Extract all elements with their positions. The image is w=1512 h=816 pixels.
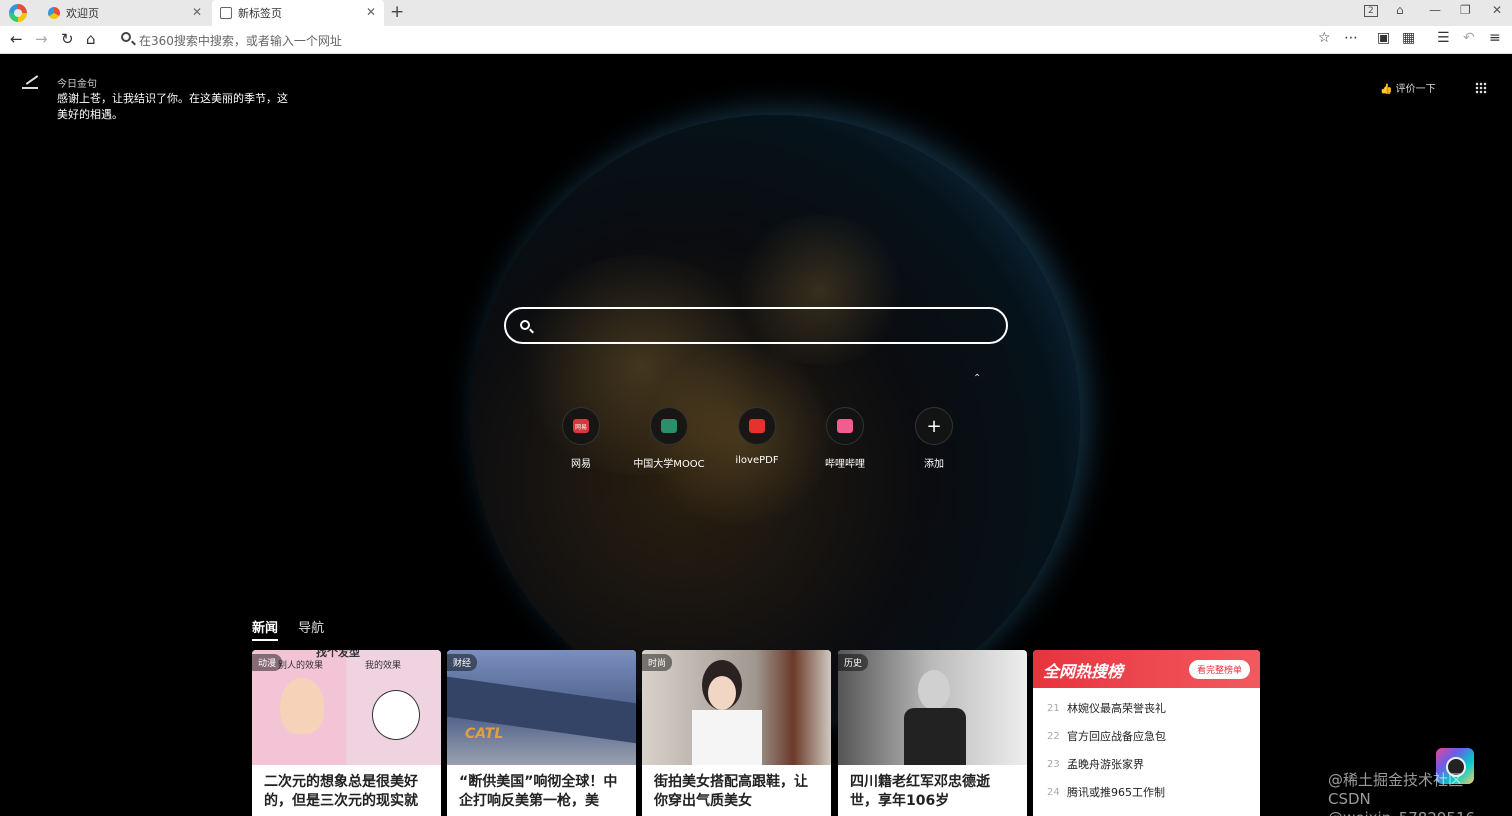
mooc-icon bbox=[661, 419, 677, 433]
hot-rank: 23 bbox=[1047, 758, 1060, 770]
search-icon bbox=[520, 320, 530, 330]
shortcut-bilibili[interactable]: 哔哩哔哩 bbox=[800, 407, 890, 470]
news-card[interactable]: CATL 财经 “断供美国”响彻全球！中企打响反美第一枪，美 bbox=[447, 650, 636, 816]
close-window-icon[interactable]: ✕ bbox=[1492, 3, 1502, 17]
quote-text: 感谢上苍，让我结识了你。在这美丽的季节，这美好的相遇。 bbox=[57, 92, 288, 121]
tab-news[interactable]: 新闻 bbox=[252, 621, 279, 641]
address-input[interactable]: 在360搜索中搜索，或者输入一个网址 bbox=[139, 32, 342, 49]
restore-icon[interactable]: ❐ bbox=[1460, 3, 1471, 17]
card-image-sign: CATL bbox=[465, 726, 504, 742]
hot-rank: 21 bbox=[1047, 702, 1060, 714]
shortcut-label: 网易 bbox=[571, 459, 591, 470]
watermark-line: @稀土掘金技术社区 bbox=[1328, 771, 1464, 789]
new-tab-page: 今日金句 感谢上苍，让我结识了你。在这美丽的季节，这美好的相遇。 👍 评价一下 … bbox=[0, 55, 1512, 816]
hot-text: 腾讯或推965工作制 bbox=[1067, 786, 1165, 799]
shortcut-netease[interactable]: 网易 网易 bbox=[536, 407, 626, 470]
quote-icon[interactable] bbox=[22, 75, 38, 89]
shortcut-ilovepdf[interactable]: ilovePDF bbox=[712, 407, 802, 466]
thumbs-up-icon: 👍 bbox=[1380, 84, 1396, 95]
card-image-caption: 别人的效果 bbox=[278, 661, 324, 671]
menu-icon[interactable]: ≡ bbox=[1489, 30, 1501, 46]
hot-rank: 24 bbox=[1047, 786, 1060, 798]
news-card[interactable]: 找个发型 别人的效果 我的效果 动漫 二次元的想象总是很美好的，但是三次元的现实… bbox=[252, 650, 441, 816]
bilibili-icon bbox=[837, 419, 853, 433]
ilovepdf-icon bbox=[749, 419, 765, 433]
forward-icon[interactable]: → bbox=[35, 30, 48, 48]
hot-search-item[interactable]: 24 腾讯或推965工作制 bbox=[1033, 778, 1260, 806]
card-image: CATL 财经 bbox=[447, 650, 636, 765]
news-card[interactable]: 时尚 街拍美女搭配高跟鞋，让你穿出气质美女 bbox=[642, 650, 831, 816]
shortcut-label: 添加 bbox=[924, 459, 944, 470]
minimize-icon[interactable]: — bbox=[1429, 3, 1441, 17]
card-badge: 历史 bbox=[838, 654, 869, 671]
tab-title: 欢迎页 bbox=[66, 7, 99, 20]
watermark: @稀土掘金技术社区 CSDN @weixin_57829516 bbox=[1328, 771, 1512, 816]
undo-icon[interactable]: ↶ bbox=[1463, 30, 1475, 46]
card-title: 街拍美女搭配高跟鞋，让你穿出气质美女 bbox=[654, 774, 808, 809]
watermark-line: CSDN @weixin_57829516 bbox=[1328, 790, 1475, 816]
card-title: “断供美国”响彻全球！中企打响反美第一枪，美 bbox=[459, 774, 618, 809]
tab-bar: 欢迎页 ✕ 新标签页 ✕ + 2 ⌂ — ❐ ✕ bbox=[0, 0, 1512, 26]
tab-title: 新标签页 bbox=[238, 7, 282, 20]
reload-icon[interactable]: ↻ bbox=[61, 30, 74, 48]
card-badge: 动漫 bbox=[252, 654, 283, 671]
browser-logo-icon[interactable] bbox=[9, 4, 27, 22]
page-icon bbox=[220, 7, 232, 19]
hot-rank: 22 bbox=[1047, 730, 1060, 742]
search-icon bbox=[121, 32, 131, 42]
skin-icon[interactable]: ⌂ bbox=[1396, 3, 1404, 17]
card-title: 二次元的想象总是很美好的，但是三次元的现实就 bbox=[264, 774, 418, 809]
card-image: 历史 bbox=[838, 650, 1027, 765]
star-icon[interactable]: ☆ bbox=[1318, 30, 1331, 46]
welcome-tab-icon bbox=[48, 7, 60, 19]
close-icon[interactable]: ✕ bbox=[192, 5, 202, 19]
chevron-up-icon[interactable]: ⌃ bbox=[973, 373, 981, 384]
add-icon: + bbox=[926, 415, 942, 437]
card-image: 时尚 bbox=[642, 650, 831, 765]
back-icon[interactable]: ← bbox=[10, 30, 23, 48]
card-image: 找个发型 别人的效果 我的效果 动漫 bbox=[252, 650, 441, 765]
news-card[interactable]: 历史 四川籍老红军邓忠德逝世，享年106岁 bbox=[838, 650, 1027, 816]
apps-grid-icon[interactable] bbox=[1475, 82, 1487, 94]
favorites-icon[interactable]: ☰ bbox=[1437, 30, 1450, 46]
rate-button[interactable]: 👍 评价一下 bbox=[1380, 80, 1436, 95]
more-icon[interactable]: ⋯ bbox=[1344, 30, 1358, 46]
hot-text: 官方回应战备应急包 bbox=[1067, 730, 1166, 743]
shortcut-add[interactable]: + 添加 bbox=[889, 407, 979, 470]
shortcut-label: ilovePDF bbox=[735, 455, 779, 466]
shortcut-label: 哔哩哔哩 bbox=[825, 459, 865, 470]
new-tab-button[interactable]: + bbox=[390, 2, 404, 22]
tab-navigation[interactable]: 导航 bbox=[298, 621, 324, 636]
search-box[interactable] bbox=[504, 307, 1008, 344]
hot-search-item[interactable]: 22 官方回应战备应急包 bbox=[1033, 722, 1260, 750]
feed-tabs: 新闻 导航 bbox=[252, 617, 339, 641]
apps-grid-icon[interactable]: ▦ bbox=[1402, 30, 1415, 46]
hot-text: 林婉仪最高荣誉丧礼 bbox=[1067, 702, 1166, 715]
view-full-list-button[interactable]: 看完整榜单 bbox=[1188, 660, 1250, 679]
quote-title: 今日金句 bbox=[57, 79, 97, 90]
hot-search-panel: 全网热搜榜 看完整榜单 21 林婉仪最高荣誉丧礼 22 官方回应战备应急包 23… bbox=[1033, 650, 1260, 816]
card-title: 四川籍老红军邓忠德逝世，享年106岁 bbox=[850, 774, 990, 809]
tab-count-badge[interactable]: 2 bbox=[1364, 5, 1378, 17]
card-badge: 时尚 bbox=[642, 654, 673, 671]
hot-search-title: 全网热搜榜 bbox=[1043, 662, 1124, 681]
hot-search-item[interactable]: 23 孟晚舟游张家界 bbox=[1033, 750, 1260, 778]
toolbar: ← → ↻ ⌂ 在360搜索中搜索，或者输入一个网址 ☆ ⋯ ▣ ▦ ☰ ↶ ≡ bbox=[0, 26, 1512, 54]
home-icon[interactable]: ⌂ bbox=[86, 30, 96, 48]
card-image-caption: 我的效果 bbox=[365, 661, 402, 671]
hot-search-item[interactable]: 21 林婉仪最高荣誉丧礼 bbox=[1033, 694, 1260, 722]
rate-label: 评价一下 bbox=[1395, 84, 1436, 95]
hot-text: 孟晚舟游张家界 bbox=[1067, 758, 1144, 771]
shortcut-label: 中国大学MOOC bbox=[633, 459, 705, 470]
netease-icon: 网易 bbox=[573, 419, 589, 433]
card-badge: 财经 bbox=[447, 654, 478, 671]
tab-welcome[interactable]: 欢迎页 ✕ bbox=[40, 0, 210, 26]
close-icon[interactable]: ✕ bbox=[366, 5, 376, 19]
tab-newtab[interactable]: 新标签页 ✕ bbox=[212, 0, 384, 26]
shortcut-mooc[interactable]: 中国大学MOOC bbox=[624, 407, 714, 470]
hot-search-header: 全网热搜榜 看完整榜单 bbox=[1033, 650, 1260, 688]
sidebar-icon[interactable]: ▣ bbox=[1377, 30, 1390, 46]
